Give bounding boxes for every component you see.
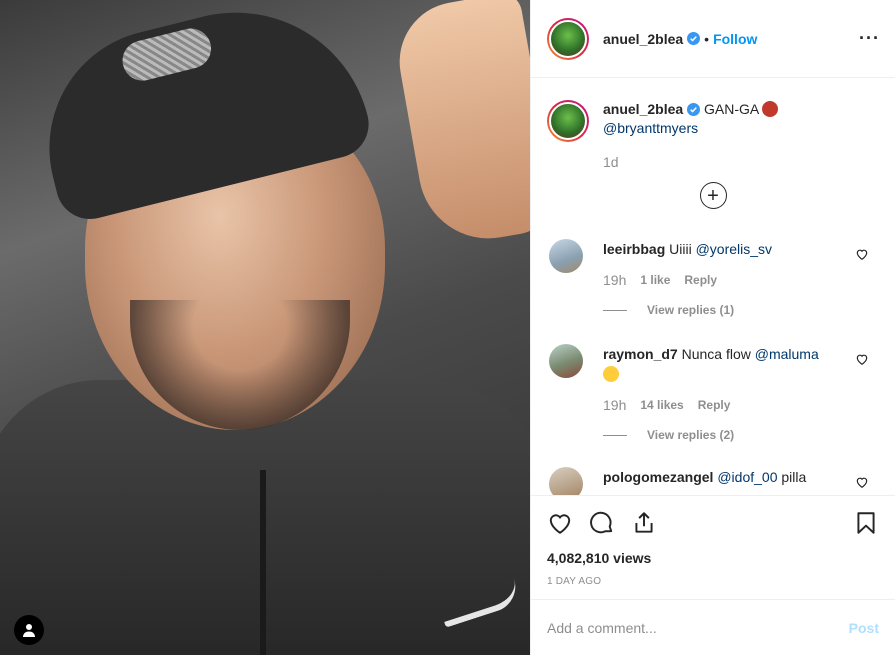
comment-item: pologomezangel @idof_00 pilla: [531, 467, 895, 495]
hand-shape: [390, 0, 530, 250]
caption-text: GAN-GA: [704, 101, 759, 117]
follow-button[interactable]: Follow: [713, 31, 757, 47]
caption-time: 1d: [603, 154, 619, 170]
share-icon[interactable]: [631, 510, 657, 536]
heart-icon[interactable]: [547, 510, 573, 536]
comment-avatar[interactable]: [549, 239, 583, 273]
comment-text: Uiiii: [669, 241, 696, 257]
post-modal: anuel_2blea • Follow ··· anuel_2blea GAN…: [0, 0, 895, 655]
comment-username[interactable]: raymon_d7: [603, 346, 678, 362]
comment-mention[interactable]: @maluma: [755, 346, 819, 362]
action-icon-row: [547, 508, 879, 538]
comment-heart-icon[interactable]: [855, 352, 869, 366]
comment-icon[interactable]: [589, 510, 615, 536]
comment-mention[interactable]: @yorelis_sv: [696, 241, 772, 257]
comment-username[interactable]: pologomezangel: [603, 469, 713, 485]
user-tag-icon: [23, 624, 35, 637]
comment-avatar[interactable]: [549, 344, 583, 378]
comment-body: pologomezangel @idof_00 pilla: [603, 467, 853, 495]
separator-dot: •: [704, 30, 710, 47]
zipper-shape: [260, 470, 266, 655]
view-replies[interactable]: View replies (2): [603, 425, 853, 445]
comment-reply-button[interactable]: Reply: [698, 395, 731, 415]
comment-text: pilla: [777, 469, 807, 485]
comment-item: raymon_d7 Nunca flow @maluma 19h 14 like…: [531, 344, 895, 445]
post-caption: anuel_2blea GAN-GA @bryanttmyers 1d: [531, 78, 895, 172]
add-comment-bar: Post: [531, 599, 895, 655]
post-sidebar: anuel_2blea • Follow ··· anuel_2blea GAN…: [530, 0, 895, 655]
verified-badge-icon: [687, 103, 701, 116]
comment-time: 19h: [603, 272, 627, 288]
view-replies-label: View replies (2): [647, 428, 735, 442]
comment-likes[interactable]: 1 like: [640, 270, 670, 290]
comment-body: leeirbbag Uiiii @yorelis_sv 19h 1 like R…: [603, 239, 853, 320]
post-header: anuel_2blea • Follow ···: [531, 0, 895, 78]
comments-list[interactable]: anuel_2blea GAN-GA @bryanttmyers 1d + le…: [531, 78, 895, 495]
more-options-icon[interactable]: ···: [859, 28, 879, 49]
caption-mention[interactable]: @bryanttmyers: [603, 120, 698, 136]
load-more-comments[interactable]: +: [531, 182, 895, 209]
comment-avatar[interactable]: [549, 467, 583, 495]
comment-likes[interactable]: 14 likes: [640, 395, 683, 415]
replies-line: [603, 434, 627, 436]
comment-item: leeirbbag Uiiii @yorelis_sv 19h 1 like R…: [531, 239, 895, 320]
comment-text: Nunca flow: [681, 346, 755, 362]
post-media[interactable]: [0, 0, 530, 655]
post-comment-button[interactable]: Post: [849, 620, 879, 636]
caption-body: anuel_2blea GAN-GA @bryanttmyers 1d: [603, 100, 779, 172]
comment-meta: 19h 1 like Reply: [603, 270, 853, 290]
post-timestamp: 1 day ago: [547, 576, 602, 587]
crying-laughing-emoji-icon: [603, 366, 619, 382]
view-count[interactable]: 4,082,810 views: [547, 550, 879, 566]
comment-heart-icon[interactable]: [855, 475, 869, 489]
comment-mention[interactable]: @idof_00: [717, 469, 777, 485]
add-comment-input[interactable]: [547, 619, 849, 636]
user-tag-button[interactable]: [14, 615, 44, 645]
verified-badge-icon: [687, 32, 701, 45]
comment-body: raymon_d7 Nunca flow @maluma 19h 14 like…: [603, 344, 853, 445]
view-replies-label: View replies (1): [647, 303, 735, 317]
comment-heart-icon[interactable]: [855, 247, 869, 261]
replies-line: [603, 309, 627, 311]
caption-avatar[interactable]: [547, 100, 589, 142]
view-replies[interactable]: View replies (1): [603, 300, 853, 320]
caption-username[interactable]: anuel_2blea: [603, 101, 683, 117]
author-username[interactable]: anuel_2blea: [603, 31, 683, 47]
comment-time: 19h: [603, 397, 627, 413]
tiger-emoji-icon: [762, 101, 779, 117]
comment-reply-button[interactable]: Reply: [684, 270, 717, 290]
comment-meta: 19h 14 likes Reply: [603, 395, 853, 415]
post-actions: 4,082,810 views 1 day ago: [531, 495, 895, 587]
bookmark-icon[interactable]: [853, 510, 879, 536]
author-avatar[interactable]: [547, 17, 589, 60]
comment-username[interactable]: leeirbbag: [603, 241, 665, 257]
cap-logo: [118, 24, 216, 85]
add-circle-icon[interactable]: +: [699, 182, 727, 209]
